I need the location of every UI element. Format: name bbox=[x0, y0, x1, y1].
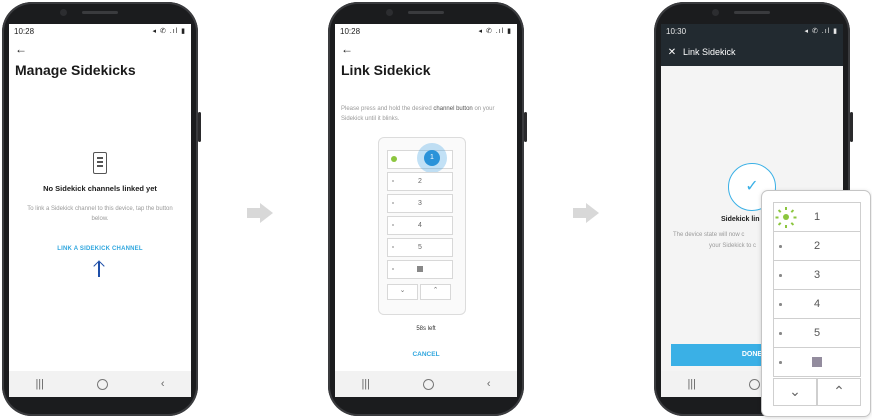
sidekick-remote-zoom: 1 2 3 4 5 ⌄ ⌃ bbox=[761, 190, 871, 417]
screen-manage-sidekicks: 10:28 ◂ ✆ .ıl ▮ ← Manage Sidekicks No Si… bbox=[9, 24, 191, 397]
empty-state-description: To link a Sidekick channel to this devic… bbox=[27, 206, 173, 222]
channel-label: 1 bbox=[424, 150, 440, 166]
down-button: ⌄ bbox=[387, 284, 418, 300]
instruction-text: Please press and hold the desired channe… bbox=[341, 104, 509, 124]
recents-nav-icon[interactable]: ||| bbox=[35, 378, 44, 390]
blinking-led-icon bbox=[775, 207, 797, 228]
channel-button-4: 4 bbox=[773, 289, 861, 319]
success-description: your Sidekick to c bbox=[709, 243, 757, 249]
success-description: The device state will now c bbox=[673, 232, 745, 238]
recents-nav-icon[interactable]: ||| bbox=[361, 378, 370, 390]
channel-button-1: 1 bbox=[773, 202, 861, 232]
stop-icon bbox=[812, 357, 822, 368]
page-title: Link Sidekick bbox=[683, 47, 736, 57]
down-button: ⌄ bbox=[773, 378, 817, 406]
up-button: ⌃ bbox=[817, 378, 861, 406]
app-bar: ✕ Link Sidekick bbox=[661, 38, 843, 66]
channel-button-1: 1 bbox=[387, 143, 453, 173]
side-button bbox=[850, 112, 853, 142]
status-time: 10:28 bbox=[14, 26, 35, 36]
speaker-grille bbox=[408, 11, 444, 14]
channel-label: 2 bbox=[813, 240, 821, 252]
status-icons: ◂ ✆ .ıl ▮ bbox=[478, 28, 512, 35]
back-nav-icon[interactable]: ‹ bbox=[487, 378, 491, 390]
channel-button-2: 2 bbox=[387, 172, 453, 191]
home-nav-icon[interactable] bbox=[422, 378, 434, 390]
instruction-pre: Please press and hold the desired bbox=[341, 106, 434, 112]
stop-icon bbox=[417, 266, 423, 273]
recents-nav-icon[interactable]: ||| bbox=[687, 378, 696, 390]
back-arrow-icon[interactable]: ← bbox=[335, 38, 517, 56]
step-arrow-icon bbox=[247, 203, 273, 223]
success-title: Sidekick lin bbox=[721, 216, 760, 223]
link-sidekick-channel-button[interactable]: LINK A SIDEKICK CHANNEL bbox=[9, 246, 191, 252]
channel-button-2: 2 bbox=[773, 231, 861, 261]
speaker-grille bbox=[82, 11, 118, 14]
led-indicator-icon bbox=[391, 156, 397, 162]
speaker-grille bbox=[734, 11, 770, 14]
status-bar: 10:28 ◂ ✆ .ıl ▮ bbox=[335, 24, 517, 38]
chevron-up-icon: ⌃ bbox=[432, 287, 439, 294]
press-highlight: 1 bbox=[417, 143, 447, 173]
status-icons: ◂ ✆ .ıl ▮ bbox=[804, 28, 838, 35]
status-time: 10:30 bbox=[666, 26, 687, 36]
front-camera bbox=[60, 9, 67, 16]
channel-label: 5 bbox=[418, 244, 422, 251]
chevron-down-icon: ⌄ bbox=[399, 287, 406, 294]
channel-button-5: 5 bbox=[387, 238, 453, 257]
back-arrow-icon[interactable]: ← bbox=[9, 38, 191, 56]
channel-label: 1 bbox=[813, 211, 821, 223]
empty-state-title: No Sidekick channels linked yet bbox=[43, 184, 157, 193]
channel-label: 3 bbox=[813, 269, 821, 281]
side-button bbox=[524, 112, 527, 142]
status-time: 10:28 bbox=[340, 26, 361, 36]
channel-label: 4 bbox=[813, 298, 821, 310]
stop-button bbox=[387, 260, 453, 279]
channel-label: 2 bbox=[418, 178, 422, 185]
up-arrow-icon bbox=[92, 260, 105, 278]
phone-step-1: 10:28 ◂ ✆ .ıl ▮ ← Manage Sidekicks No Si… bbox=[2, 2, 201, 416]
chevron-up-icon: ⌃ bbox=[833, 383, 845, 399]
front-camera bbox=[712, 9, 719, 16]
status-icons: ◂ ✆ .ıl ▮ bbox=[152, 28, 186, 35]
android-nav-bar: ||| ‹ bbox=[335, 371, 517, 397]
up-button: ⌃ bbox=[420, 284, 451, 300]
remote-icon bbox=[93, 152, 107, 174]
channel-button-5: 5 bbox=[773, 318, 861, 348]
cancel-button[interactable]: CANCEL bbox=[335, 351, 517, 358]
android-nav-bar: ||| ‹ bbox=[9, 371, 191, 397]
sidekick-remote-illustration: 1 2 3 4 5 ⌄ ⌃ bbox=[378, 137, 466, 315]
channel-button-3: 3 bbox=[387, 194, 453, 213]
instruction-bold: channel button bbox=[433, 106, 473, 112]
page-title: Link Sidekick bbox=[341, 62, 431, 78]
back-nav-icon[interactable]: ‹ bbox=[161, 378, 165, 390]
screen-link-sidekick: 10:28 ◂ ✆ .ıl ▮ ← Link Sidekick Please p… bbox=[335, 24, 517, 397]
home-nav-icon[interactable] bbox=[96, 378, 108, 390]
home-nav-icon[interactable] bbox=[748, 378, 760, 390]
channel-button-3: 3 bbox=[773, 260, 861, 290]
phone-step-2: 10:28 ◂ ✆ .ıl ▮ ← Link Sidekick Please p… bbox=[328, 2, 527, 416]
status-bar: 10:30 ◂ ✆ .ıl ▮ bbox=[661, 24, 843, 38]
side-button bbox=[198, 112, 201, 142]
channel-button-4: 4 bbox=[387, 216, 453, 235]
channel-label: 3 bbox=[418, 200, 422, 207]
stop-button bbox=[773, 347, 861, 377]
chevron-down-icon: ⌄ bbox=[789, 383, 801, 399]
step-arrow-icon bbox=[573, 203, 599, 223]
close-icon[interactable]: ✕ bbox=[661, 47, 683, 58]
status-bar: 10:28 ◂ ✆ .ıl ▮ bbox=[9, 24, 191, 38]
channel-label: 4 bbox=[418, 222, 422, 229]
countdown-text: 58s left bbox=[416, 326, 436, 332]
front-camera bbox=[386, 9, 393, 16]
page-title: Manage Sidekicks bbox=[15, 62, 136, 78]
channel-label: 5 bbox=[813, 327, 821, 339]
